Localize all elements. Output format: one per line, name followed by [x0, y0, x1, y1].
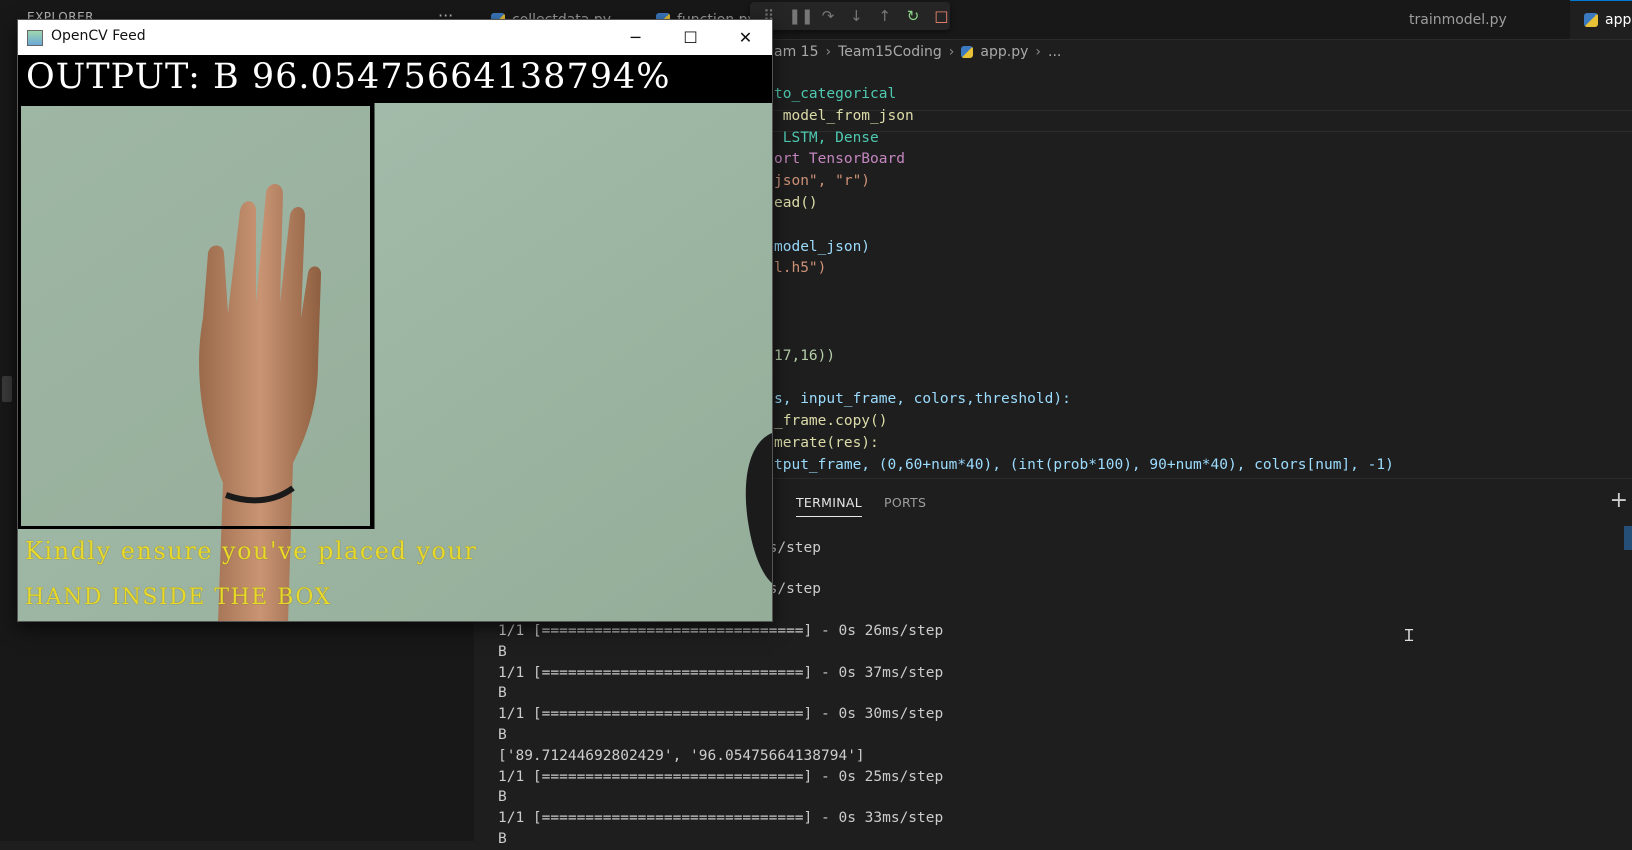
output-bar: OUTPUT: B 96.05475664138794%	[18, 55, 772, 103]
code-line: tput_frame, (0,60+num*40), (int(prob*100…	[774, 456, 1394, 473]
python-file-icon	[1584, 13, 1598, 27]
terminal-line: B	[498, 830, 507, 847]
maximize-button[interactable]: ☐	[663, 20, 718, 55]
code-line: LSTM, Dense	[774, 129, 879, 146]
opencv-window: OpenCV Feed ─ ☐ ✕ OUTPUT: B 96.054756641…	[17, 19, 773, 622]
instruction-text-line1: Kindly ensure you've placed your	[25, 537, 478, 565]
terminal-line: 1/1 [==============================] - 0…	[498, 664, 944, 681]
python-file-icon	[961, 46, 974, 58]
opencv-app-icon	[27, 30, 43, 46]
chevron-right-icon: ›	[1035, 44, 1041, 60]
breadcrumb-item[interactable]: ...	[1048, 44, 1061, 60]
terminal-line: B	[498, 726, 507, 743]
step-out-icon[interactable]: ↑	[876, 7, 893, 25]
sidebar-scrollbar[interactable]	[2, 376, 12, 402]
stop-icon[interactable]: □	[933, 7, 950, 25]
terminal-line: B	[498, 643, 507, 660]
terminal-scrollbar[interactable]	[1624, 526, 1632, 550]
chevron-right-icon: ›	[948, 44, 955, 60]
code-line: merate(res):	[774, 434, 879, 451]
step-over-icon[interactable]: ↷	[819, 7, 836, 25]
pause-icon[interactable]: ❚❚	[788, 7, 813, 25]
breadcrumb-item[interactable]: Team15Coding	[838, 44, 942, 60]
terminal-line: 1/1 [==============================] - 0…	[498, 810, 944, 827]
tab-ports[interactable]: PORTS	[884, 495, 926, 510]
terminal-line: B	[498, 789, 507, 806]
instruction-text-line2: HAND INSIDE THE BOX	[25, 585, 332, 610]
breadcrumb: am 15 › Team15Coding › app.py › ...	[774, 44, 1061, 60]
code-line: l.h5")	[774, 260, 827, 277]
chevron-right-icon: ›	[825, 44, 832, 60]
code-line: _frame.copy()	[774, 413, 888, 429]
debug-toolbar: ⠿ ❚❚ ↷ ↓ ↑ ↻ □	[750, 2, 950, 30]
tab-label: app.py	[1605, 12, 1632, 28]
new-terminal-icon[interactable]: +	[1610, 488, 1628, 513]
terminal-line: B	[498, 685, 507, 702]
terminal-line: ['89.71244692802429', '96.05475664138794…	[498, 747, 865, 764]
close-button[interactable]: ✕	[718, 20, 773, 55]
camera-feed: OUTPUT: B 96.05475664138794% Kindly ensu…	[18, 55, 772, 621]
code-line: ead()	[774, 195, 818, 211]
opencv-titlebar[interactable]: OpenCV Feed ─ ☐ ✕	[18, 20, 772, 55]
code-line: to_categorical	[774, 86, 897, 102]
breadcrumb-item[interactable]: am 15	[774, 44, 818, 60]
restart-icon[interactable]: ↻	[904, 7, 921, 25]
opencv-window-title: OpenCV Feed	[51, 28, 146, 44]
tab-terminal[interactable]: TERMINAL	[796, 495, 862, 517]
terminal-line: 1/1 [==============================] - 0…	[498, 768, 944, 785]
tab-trainmodel[interactable]: trainmodel.py	[1409, 0, 1507, 39]
tab-label: trainmodel.py	[1409, 11, 1507, 28]
text-cursor-icon: Ｉ	[1401, 626, 1418, 645]
hand-roi-box	[18, 103, 373, 529]
code-line: model_from_json	[774, 107, 914, 124]
code-line: s, input_frame, colors,threshold):	[774, 391, 1071, 408]
code-line: model_json)	[774, 238, 871, 255]
terminal-line: 1/1 [==============================] - 0…	[498, 622, 944, 639]
code-line: json", "r")	[774, 173, 871, 190]
terminal-line: 1/1 [==============================] - 0…	[498, 706, 944, 723]
tab-app[interactable]: app.py ✕	[1570, 0, 1632, 39]
minimize-button[interactable]: ─	[608, 20, 663, 55]
prediction-output-text: OUTPUT: B 96.05475664138794%	[26, 57, 671, 97]
breadcrumb-item[interactable]: app.py	[980, 44, 1028, 60]
step-into-icon[interactable]: ↓	[848, 7, 865, 25]
code-line: 17,16))	[774, 347, 836, 364]
code-line: ort TensorBoard	[774, 151, 905, 168]
